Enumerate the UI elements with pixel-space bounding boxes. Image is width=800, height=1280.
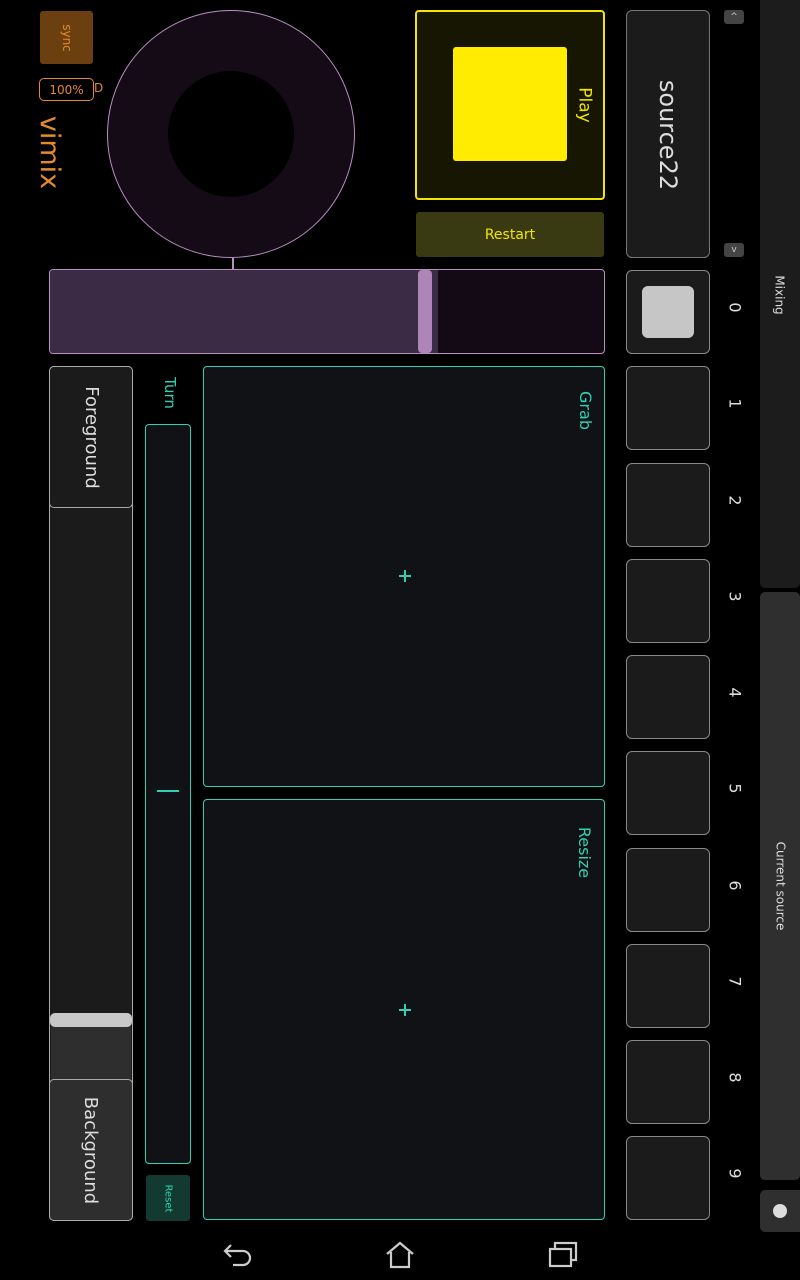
slot-number-label: 5 xyxy=(725,782,745,794)
sync-label: sync xyxy=(59,23,74,52)
slot-number: 7 xyxy=(724,970,746,992)
grab-label: Grab xyxy=(575,390,595,430)
reset-label-wrap: Reset xyxy=(148,1184,188,1212)
background-label-wrap: Background xyxy=(31,1096,151,1203)
slot-number: 1 xyxy=(724,392,746,414)
play-label-wrap: Play xyxy=(555,87,615,123)
tab-mixing-label-wrap: Mixing xyxy=(730,275,800,314)
slot-number: 8 xyxy=(724,1066,746,1088)
tab-current-source-label-wrap: Current source xyxy=(720,842,800,931)
tab-mixing-label: Mixing xyxy=(772,275,787,315)
play-indicator xyxy=(453,47,567,161)
foreground-label: Foreground xyxy=(80,385,102,489)
slot-8[interactable] xyxy=(626,1040,710,1124)
mixing-slider-handle[interactable] xyxy=(418,270,432,353)
depth-slider-handle[interactable] xyxy=(50,1013,132,1027)
slot-9[interactable] xyxy=(626,1136,710,1220)
crosshair-icon xyxy=(399,570,411,582)
restart-button[interactable]: Restart xyxy=(416,212,604,257)
slot-number: 4 xyxy=(724,681,746,703)
mixing-slider[interactable] xyxy=(49,269,605,354)
percent-value: 100% xyxy=(49,82,84,97)
slot-7[interactable] xyxy=(626,944,710,1028)
resize-label: Resize xyxy=(575,826,595,878)
slot-number: 2 xyxy=(724,489,746,511)
foreground-label-wrap: Foreground xyxy=(31,386,151,489)
grab-label-wrap: Grab xyxy=(560,391,610,430)
source-name-wrap: source22 xyxy=(608,80,728,190)
turn-label: Turn xyxy=(161,377,179,409)
resize-label-wrap: Resize xyxy=(550,826,620,877)
recent-apps-icon[interactable] xyxy=(546,1240,580,1270)
home-icon[interactable] xyxy=(383,1240,417,1270)
percent-suffix: D xyxy=(94,81,104,95)
turn-slider[interactable] xyxy=(145,424,191,1164)
slot-number-label: 4 xyxy=(725,686,745,698)
slot-number-label: 9 xyxy=(725,1167,745,1179)
source-name: source22 xyxy=(654,79,682,191)
crosshair-icon xyxy=(399,1004,411,1016)
restart-label: Restart xyxy=(484,226,536,243)
source-up-button[interactable]: ^ xyxy=(724,10,744,24)
slot-2[interactable] xyxy=(626,463,710,547)
app-logo: vimix xyxy=(25,115,75,188)
slot-number: 3 xyxy=(724,585,746,607)
slot-number-label: 7 xyxy=(725,975,745,987)
slot-number-label: 2 xyxy=(725,494,745,506)
chevron-down-icon: v xyxy=(731,245,737,255)
sync-button[interactable]: sync xyxy=(40,11,93,64)
turn-slider-marker[interactable] xyxy=(157,790,179,792)
back-icon[interactable] xyxy=(221,1240,255,1270)
slot-6[interactable] xyxy=(626,848,710,932)
slot-number-label: 8 xyxy=(725,1071,745,1083)
chevron-up-icon: ^ xyxy=(730,12,738,22)
slot-5[interactable] xyxy=(626,751,710,835)
slot-4[interactable] xyxy=(626,655,710,739)
mixing-slider-fill xyxy=(50,270,438,353)
percent-field[interactable]: 100% xyxy=(39,78,94,101)
tab-current-source-label: Current source xyxy=(772,841,787,931)
slot-number: 9 xyxy=(724,1162,746,1184)
slot-number-label: 1 xyxy=(725,397,745,409)
slot-number: 5 xyxy=(724,777,746,799)
slot-1[interactable] xyxy=(626,366,710,450)
ring-center xyxy=(168,71,294,197)
slot-0-thumbnail xyxy=(642,286,694,338)
play-label: Play xyxy=(574,87,595,123)
source-down-button[interactable]: v xyxy=(724,243,744,257)
depth-slider-fill xyxy=(51,1022,131,1082)
turn-label-wrap: Turn xyxy=(150,377,190,409)
slot-3[interactable] xyxy=(626,559,710,643)
reset-label: Reset xyxy=(162,1184,174,1212)
logo-text: vimix xyxy=(34,115,66,189)
dot-icon xyxy=(773,1204,787,1218)
background-label: Background xyxy=(80,1096,102,1204)
slot-number-label: 3 xyxy=(725,590,745,602)
